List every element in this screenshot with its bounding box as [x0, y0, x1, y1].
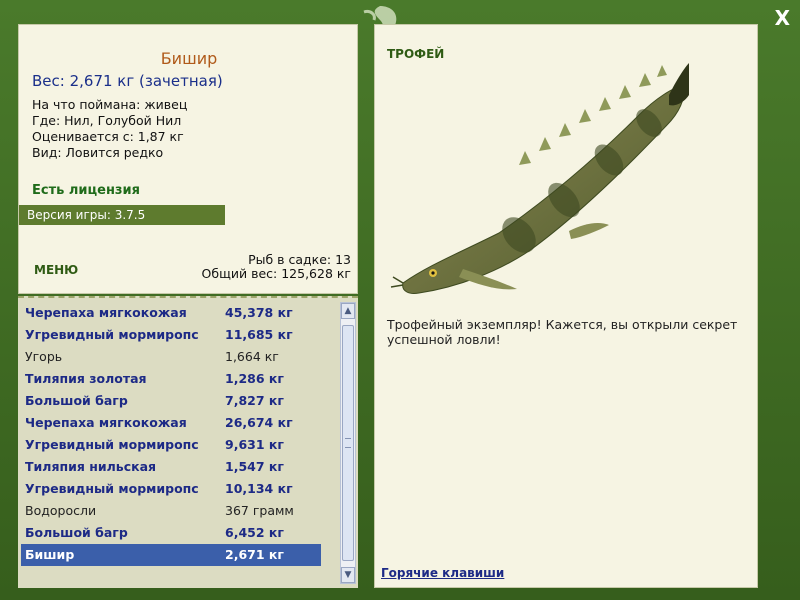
valued-info: Оценивается с: 1,87 кг: [32, 129, 184, 144]
catch-weight: 9,631 кг: [225, 437, 284, 452]
catch-name: Большой багр: [25, 393, 128, 408]
close-button[interactable]: X: [775, 6, 790, 30]
catch-weight: 367 грамм: [225, 503, 294, 518]
list-item[interactable]: Бишир 2,671 кг: [21, 544, 321, 566]
catch-name: Водоросли: [25, 503, 97, 518]
catch-name: Большой багр: [25, 525, 128, 540]
list-item[interactable]: Большой багр 6,452 кг: [21, 522, 321, 544]
list-item[interactable]: Угревидный мормиропс 9,631 кг: [21, 434, 321, 456]
catch-name: Угревидный мормиропс: [25, 437, 199, 452]
grip-icon: [345, 438, 351, 448]
list-item[interactable]: Большой багр 7,827 кг: [21, 390, 321, 412]
list-item[interactable]: Тиляпия золотая 1,286 кг: [21, 368, 321, 390]
catch-weight: 6,452 кг: [225, 525, 284, 540]
catch-weight: 1,664 кг: [225, 349, 279, 364]
fish-name: Бишир: [160, 49, 218, 68]
catch-summary: Рыб в садке: 13 Общий вес: 125,628 кг: [202, 253, 351, 281]
catch-weight: 1,286 кг: [225, 371, 284, 386]
list-item[interactable]: Угревидный мормиропс 10,134 кг: [21, 478, 321, 500]
bichir-fish-image: [390, 63, 689, 294]
menu-button[interactable]: МЕНЮ: [34, 263, 78, 277]
catch-weight: 45,378 кг: [225, 305, 293, 320]
scroll-thumb[interactable]: [342, 325, 354, 561]
catch-name: Тиляпия золотая: [25, 371, 147, 386]
list-item[interactable]: Угорь 1,664 кг: [21, 346, 321, 368]
fish-weight: Вес: 2,671 кг (зачетная): [32, 72, 223, 90]
catch-weight: 7,827 кг: [225, 393, 284, 408]
bait-info: На что поймана: живец: [32, 97, 188, 112]
list-item[interactable]: Черепаха мягкокожая 26,674 кг: [21, 412, 321, 434]
list-scrollbar[interactable]: ▲ ▼: [340, 302, 356, 584]
fish-count: Рыб в садке: 13: [248, 252, 351, 267]
rarity-info: Вид: Ловится редко: [32, 145, 164, 160]
location-info: Где: Нил, Голубой Нил: [32, 113, 182, 128]
catch-name: Угревидный мормиропс: [25, 327, 199, 342]
catch-name: Угревидный мормиропс: [25, 481, 199, 496]
license-status: Есть лицензия: [32, 183, 140, 198]
catch-name: Черепаха мягкокожая: [25, 415, 187, 430]
trophy-message: Трофейный экземпляр! Кажется, вы открыли…: [387, 317, 738, 347]
catch-name: Бишир: [25, 547, 75, 562]
list-item[interactable]: Тиляпия нильская 1,547 кг: [21, 456, 321, 478]
catch-name: Тиляпия нильская: [25, 459, 157, 474]
hotkeys-link[interactable]: Горячие клавиши: [381, 566, 504, 580]
trophy-panel: ТРОФЕЙ Трофейный экземпляр! Кажется, вы …: [374, 24, 758, 588]
catch-weight: 10,134 кг: [225, 481, 293, 496]
scroll-down-button[interactable]: ▼: [341, 567, 355, 583]
list-item[interactable]: Водоросли 367 грамм: [21, 500, 321, 522]
catch-name: Угорь: [25, 349, 63, 364]
catch-list[interactable]: Черепаха мягкокожая 45,378 кг Угревидный м…: [18, 296, 358, 588]
catch-weight: 26,674 кг: [225, 415, 293, 430]
fish-info-panel: Бишир Вес: 2,671 кг (зачетная) На что по…: [18, 24, 358, 294]
catch-weight: 1,547 кг: [225, 459, 284, 474]
list-item[interactable]: Черепаха мягкокожая 45,378 кг: [21, 302, 321, 324]
version-bar: Версия игры: 3.7.5: [19, 205, 225, 225]
catch-name: Черепаха мягкокожая: [25, 305, 187, 320]
catch-weight: 2,671 кг: [225, 547, 284, 562]
list-item[interactable]: Угревидный мормиропс 11,685 кг: [21, 324, 321, 346]
total-weight: Общий вес: 125,628 кг: [201, 266, 351, 281]
scroll-up-button[interactable]: ▲: [341, 303, 355, 319]
catch-weight: 11,685 кг: [225, 327, 293, 342]
